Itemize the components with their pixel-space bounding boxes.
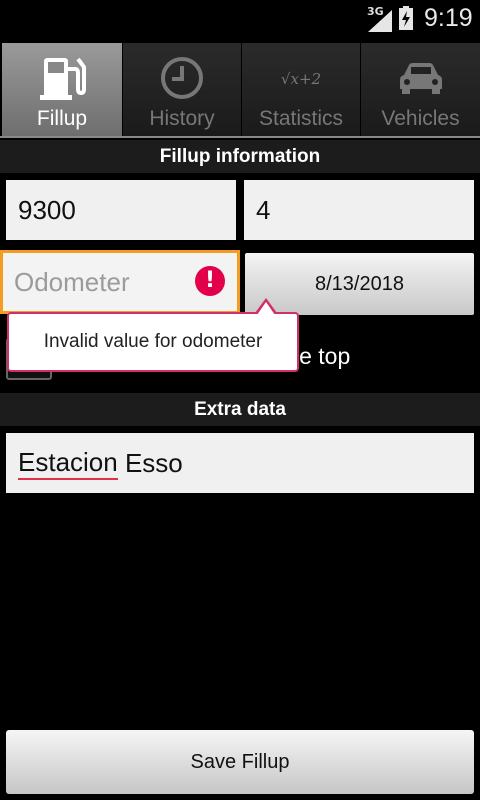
status-bar: 3G 9:19 (0, 0, 480, 38)
car-icon (399, 63, 442, 94)
clock-icon (161, 57, 203, 99)
odometer-placeholder: Odometer (14, 266, 130, 297)
tab-statistics-label: Statistics (258, 107, 344, 130)
error-icon: ! (195, 266, 225, 296)
error-message: Invalid value for odometer (43, 331, 263, 352)
volume-input[interactable]: 4 (244, 180, 474, 240)
tab-vehicles[interactable]: Vehicles (361, 43, 480, 138)
comment-word-misspelled: Estacion (18, 447, 118, 480)
price-value: 9300 (18, 194, 76, 225)
tab-fillup[interactable]: Fillup (2, 43, 123, 138)
extra-section-header: Extra data (0, 393, 480, 426)
tab-bar: Fillup History √x+2 Statistics Vehicles (0, 43, 480, 138)
save-fillup-button[interactable]: Save Fillup (6, 730, 474, 794)
fillup-section-header: Fillup information (0, 140, 480, 173)
comment-input[interactable]: Estacion Esso (6, 433, 474, 493)
fuel-pump-icon (40, 57, 86, 100)
tab-statistics[interactable]: √x+2 Statistics (242, 43, 361, 138)
error-popup: Invalid value for odometer (7, 312, 299, 372)
tab-underline (0, 136, 480, 138)
volume-value: 4 (256, 194, 271, 225)
error-popup-arrow-inner (257, 302, 275, 315)
formula-icon: √x+2 (281, 70, 321, 88)
clock-time: 9:19 (424, 4, 473, 32)
tab-history-label: History (149, 107, 215, 130)
odometer-input[interactable]: Odometer ! (0, 250, 240, 314)
signal-icon (368, 10, 392, 32)
date-button[interactable]: 8/13/2018 (245, 253, 474, 315)
tab-history[interactable]: History (123, 43, 242, 138)
price-input[interactable]: 9300 (6, 180, 236, 240)
tab-fillup-label: Fillup (36, 107, 88, 130)
battery-icon (399, 6, 413, 30)
comment-word-rest: Esso (117, 447, 183, 478)
tab-vehicles-label: Vehicles (381, 107, 460, 130)
formula-icon-text: √x+2 (281, 70, 321, 88)
